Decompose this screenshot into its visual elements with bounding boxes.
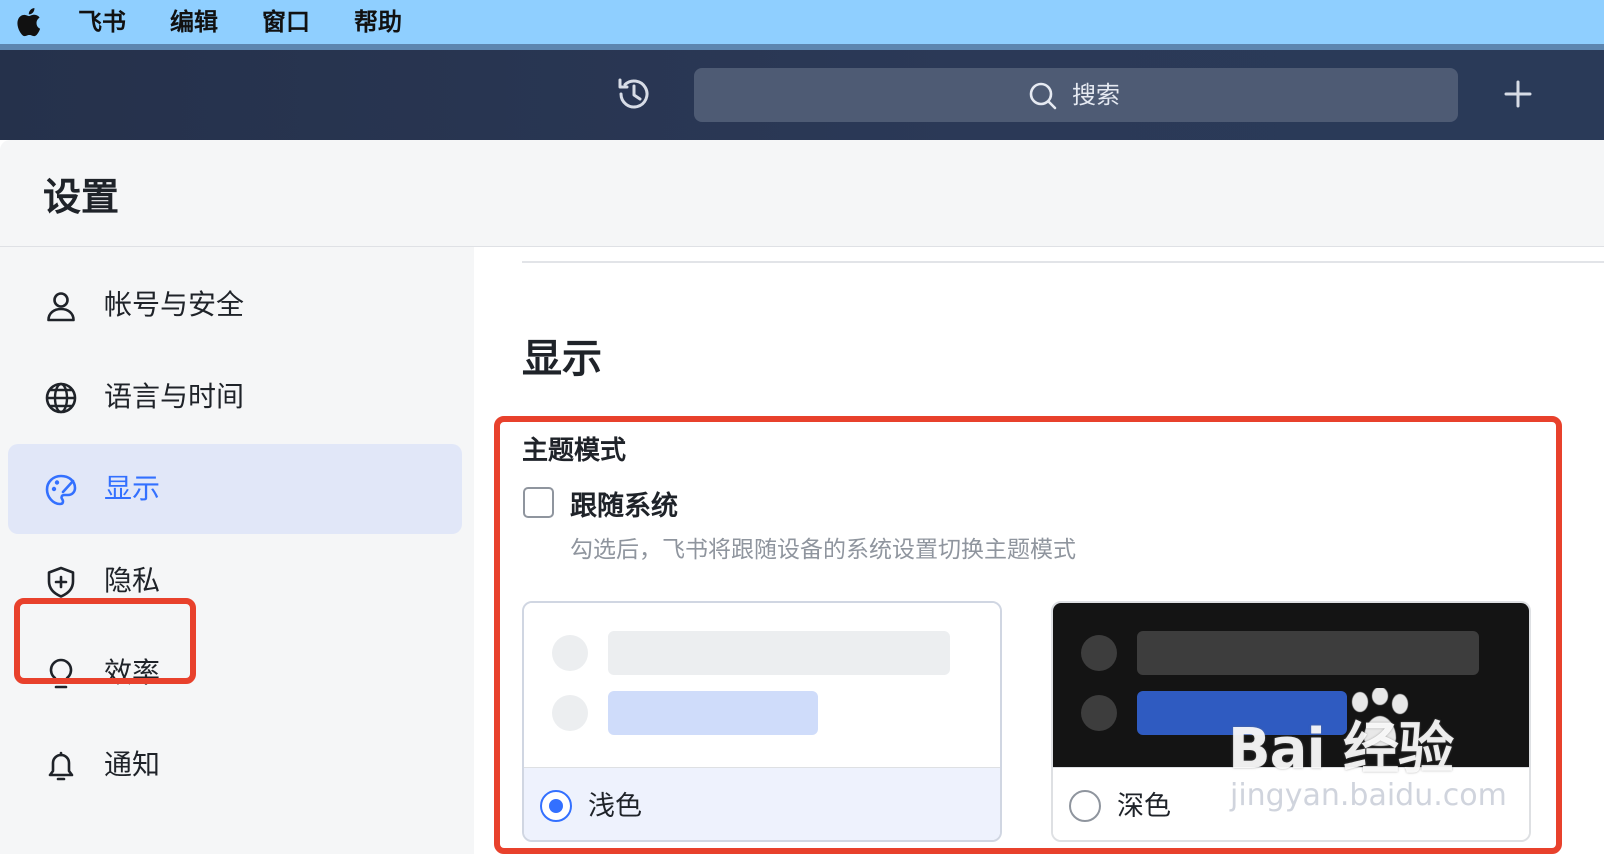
settings-header: 设置: [0, 140, 1604, 247]
shield-icon: [47, 566, 75, 598]
sidebar-item-label: 语言与时间: [104, 380, 245, 413]
palette-icon: [45, 474, 77, 506]
menu-edit[interactable]: 编辑: [170, 4, 218, 40]
menu-help[interactable]: 帮助: [354, 4, 402, 40]
menu-bar: 飞书 编辑 窗口 帮助: [0, 0, 1604, 44]
sidebar-item-label: 通知: [104, 748, 161, 781]
settings-sidebar: 帐号与安全 语言与时间 显示 隐私 效率 通知: [0, 247, 474, 854]
user-icon: [47, 292, 75, 322]
history-icon[interactable]: [614, 74, 654, 114]
sidebar-item-language[interactable]: 语言与时间: [8, 352, 462, 442]
search-placeholder: 搜索: [1072, 81, 1120, 109]
bell-icon: [48, 751, 74, 781]
plus-icon[interactable]: [1502, 78, 1534, 110]
search-icon: [1029, 82, 1057, 110]
page-title: 设置: [43, 175, 120, 219]
sidebar-item-notifications[interactable]: 通知: [8, 720, 462, 810]
sidebar-item-label: 显示: [104, 472, 161, 505]
sidebar-item-account[interactable]: 帐号与安全: [8, 260, 462, 350]
sidebar-item-label: 帐号与安全: [104, 288, 245, 321]
divider: [522, 261, 1604, 263]
highlight-annotation: [494, 416, 1562, 854]
section-title: 显示: [522, 336, 602, 382]
apple-logo-icon[interactable]: [14, 6, 42, 38]
highlight-annotation: [14, 598, 196, 684]
globe-icon: [45, 382, 77, 414]
search-bar[interactable]: 搜索: [694, 68, 1458, 122]
app-toolbar: 搜索: [0, 50, 1604, 140]
menu-window[interactable]: 窗口: [262, 4, 310, 40]
settings-window: 设置 帐号与安全 语言与时间 显示 隐私 效率 通知 显示 主题模式 跟随系统 …: [0, 140, 1604, 854]
sidebar-item-display[interactable]: 显示: [8, 444, 462, 534]
menu-feishu[interactable]: 飞书: [78, 4, 126, 40]
